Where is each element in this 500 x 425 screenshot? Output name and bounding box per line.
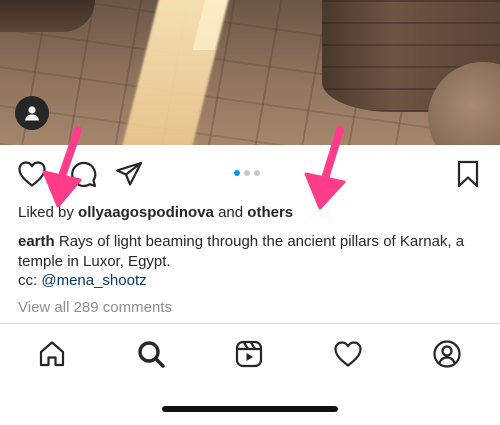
view-all-comments-link[interactable]: View all 289 comments xyxy=(18,299,172,316)
share-icon xyxy=(115,161,143,186)
cc-prefix: cc: xyxy=(18,272,38,289)
likes-others-link[interactable]: others xyxy=(247,204,293,221)
annotation-arrow-icon xyxy=(42,126,82,208)
caption-text: Rays of light beaming through the ancien… xyxy=(18,233,465,270)
tab-home[interactable] xyxy=(36,338,68,370)
post-caption: earth Rays of light beaming through the … xyxy=(18,232,488,272)
tab-reels[interactable] xyxy=(233,338,265,370)
person-icon xyxy=(25,106,39,121)
tab-bar-divider xyxy=(0,323,500,324)
carousel-dot xyxy=(254,170,260,176)
search-icon xyxy=(138,341,165,368)
carousel-dot-active xyxy=(234,170,240,176)
liked-by-username[interactable]: ollyaagospodinova xyxy=(78,204,214,221)
cc-mention-link[interactable]: @mena_shootz xyxy=(41,272,146,289)
share-button[interactable] xyxy=(114,159,144,189)
home-indicator[interactable] xyxy=(162,406,338,412)
profile-icon xyxy=(433,340,461,368)
reels-icon xyxy=(235,340,263,368)
save-button[interactable] xyxy=(453,159,483,189)
bookmark-icon xyxy=(457,160,479,188)
home-icon xyxy=(39,341,65,367)
carousel-dot xyxy=(244,170,250,176)
carousel-indicator xyxy=(234,170,260,176)
tab-search[interactable] xyxy=(135,338,167,370)
caption-cc: cc: @mena_shootz xyxy=(18,272,147,289)
tab-activity[interactable] xyxy=(332,338,364,370)
activity-heart-icon xyxy=(334,341,362,367)
likes-and: and xyxy=(218,204,244,221)
caption-author[interactable]: earth xyxy=(18,233,55,250)
annotation-arrow-icon xyxy=(304,126,346,210)
tab-profile[interactable] xyxy=(431,338,463,370)
